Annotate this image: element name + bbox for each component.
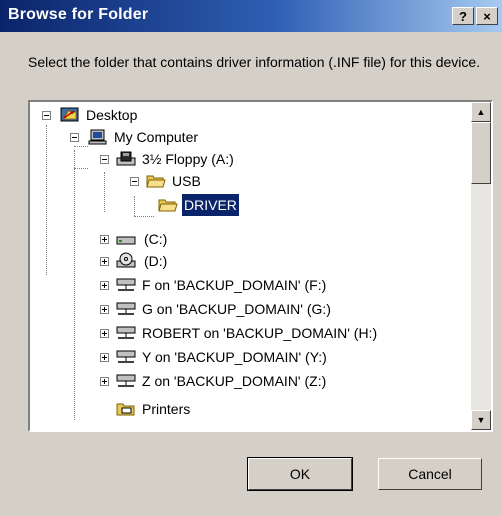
tree-item-driver[interactable]: DRIVER: [30, 194, 290, 216]
tree-item-printers[interactable]: Printers: [30, 398, 270, 420]
tree-item-usb[interactable]: USB: [30, 170, 230, 192]
tree-item-label: F on 'BACKUP_DOMAIN' (F:): [142, 277, 327, 293]
open-folder-icon: [146, 175, 166, 188]
close-button[interactable]: ×: [476, 7, 498, 25]
tree-item-label: Y on 'BACKUP_DOMAIN' (Y:): [142, 349, 327, 365]
tree-item-label: (D:): [144, 253, 168, 269]
tree-item-drive-h[interactable]: ROBERT on 'BACKUP_DOMAIN' (H:): [30, 322, 440, 344]
collapse-toggle[interactable]: [42, 111, 51, 120]
tree-item-drive-d[interactable]: (D:): [30, 250, 230, 272]
tree-item-drive-g[interactable]: G on 'BACKUP_DOMAIN' (G:): [30, 298, 410, 320]
expand-toggle[interactable]: [100, 281, 109, 290]
network-drive-icon: [116, 302, 136, 315]
expand-toggle[interactable]: [100, 305, 109, 314]
title-bar[interactable]: Browse for Folder ? ×: [0, 0, 502, 32]
network-drive-icon: [116, 374, 136, 387]
tree-item-label: DRIVER: [182, 194, 239, 216]
network-drive-icon: [116, 326, 136, 339]
desktop-icon: [60, 107, 79, 122]
tree-item-label: G on 'BACKUP_DOMAIN' (G:): [142, 301, 331, 317]
network-drive-icon: [116, 350, 136, 363]
tree-item-desktop[interactable]: Desktop: [30, 104, 230, 126]
tree-item-label: (C:): [144, 231, 168, 247]
computer-icon: [88, 129, 107, 145]
tree-item-label: USB: [172, 173, 201, 189]
printers-folder-icon: [116, 403, 135, 416]
browse-for-folder-dialog: Browse for Folder ? × Select the folder …: [0, 0, 502, 516]
tree-item-label: Desktop: [86, 107, 138, 123]
scroll-up-button[interactable]: ▲: [471, 102, 491, 122]
floppy-drive-icon: [116, 151, 136, 166]
instruction-text: Select the folder that contains driver i…: [28, 54, 481, 70]
ok-button[interactable]: OK: [247, 457, 353, 491]
expand-toggle[interactable]: [100, 329, 109, 338]
tree-item-drive-f[interactable]: F on 'BACKUP_DOMAIN' (F:): [30, 274, 410, 296]
tree-item-drive-z[interactable]: Z on 'BACKUP_DOMAIN' (Z:): [30, 370, 410, 392]
scroll-down-button[interactable]: ▼: [471, 410, 491, 430]
expand-toggle[interactable]: [100, 377, 109, 386]
tree-item-drive-y[interactable]: Y on 'BACKUP_DOMAIN' (Y:): [30, 346, 410, 368]
tree-item-drive-c[interactable]: (C:): [30, 228, 230, 250]
tree-item-label: Printers: [142, 401, 191, 417]
tree-line: [134, 216, 154, 217]
hard-drive-icon: [116, 236, 136, 245]
expand-toggle[interactable]: [100, 257, 109, 266]
folder-tree[interactable]: Desktop My Computer 3½ Floppy (A:) USB D…: [28, 100, 493, 432]
expand-toggle[interactable]: [100, 353, 109, 362]
cd-drive-icon: [116, 252, 136, 268]
tree-item-label: ROBERT on 'BACKUP_DOMAIN' (H:): [142, 325, 378, 341]
cancel-button[interactable]: Cancel: [378, 458, 482, 490]
tree-item-my-computer[interactable]: My Computer: [30, 126, 250, 148]
open-folder-icon: [158, 199, 178, 212]
expand-toggle[interactable]: [100, 235, 109, 244]
scroll-thumb[interactable]: [471, 122, 491, 184]
window-title: Browse for Folder: [8, 6, 149, 23]
folder-tree-viewport: Desktop My Computer 3½ Floppy (A:) USB D…: [30, 102, 470, 430]
tree-item-floppy-a[interactable]: 3½ Floppy (A:): [30, 148, 270, 170]
collapse-toggle[interactable]: [100, 155, 109, 164]
vertical-scrollbar[interactable]: ▲ ▼: [471, 102, 491, 430]
help-button[interactable]: ?: [452, 7, 474, 25]
tree-item-label: Z on 'BACKUP_DOMAIN' (Z:): [142, 373, 327, 389]
network-drive-icon: [116, 278, 136, 291]
collapse-toggle[interactable]: [130, 177, 139, 186]
tree-item-label: My Computer: [114, 129, 199, 145]
tree-item-label: 3½ Floppy (A:): [142, 151, 234, 167]
collapse-toggle[interactable]: [70, 133, 79, 142]
